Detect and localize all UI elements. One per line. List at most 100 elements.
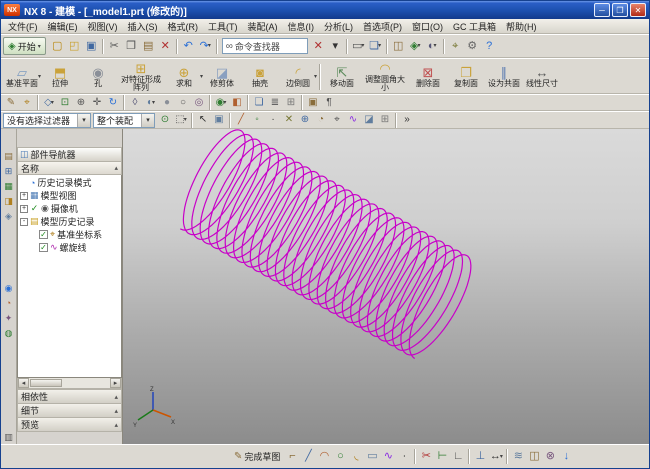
quick-trim-icon[interactable]: ✂ (418, 449, 434, 465)
snapshot-icon[interactable]: ▣ (305, 95, 321, 110)
part-navigator-icon[interactable]: ▦ (2, 179, 16, 193)
view-orient-icon[interactable]: ◈ (407, 38, 424, 55)
zoom-icon[interactable]: ⊕ (73, 95, 89, 110)
preferences-icon[interactable]: ⚙ (464, 38, 481, 55)
orient-view-icon[interactable]: ◇ (41, 95, 57, 110)
arc-icon[interactable]: ◠ (316, 449, 332, 465)
snap-arc-center-icon[interactable]: ⊕ (297, 113, 313, 128)
menu-item-1[interactable]: 编辑(E) (43, 19, 83, 34)
snap-existing-point-icon[interactable]: ⌖ (329, 113, 345, 128)
pattern-feature-button[interactable]: ⊞对特征形成阵列 (117, 60, 165, 93)
chevron-down-icon[interactable]: ▾ (141, 114, 154, 127)
tree-item-datum-csys[interactable]: ✓⌖基准坐标系 (18, 228, 121, 241)
assembly-load-icon[interactable]: ◫ (390, 38, 407, 55)
chevron-down-icon[interactable]: ▾ (77, 114, 90, 127)
mirror-curve-icon[interactable]: ◫ (526, 449, 542, 465)
geometric-constraints-icon[interactable]: ⊥ (472, 449, 488, 465)
redo-icon[interactable]: ↷ (197, 38, 214, 55)
menu-item-3[interactable]: 插入(S) (123, 19, 163, 34)
title-bar[interactable]: NX NX 8 - 建模 - [_model1.prt (修改的)] ─ ❐ ✕ (1, 1, 649, 19)
finder-dropdown-icon[interactable]: ▾ (327, 38, 344, 55)
menu-item-10[interactable]: 窗口(O) (407, 19, 448, 34)
snap-intersection-icon[interactable]: ✕ (281, 113, 297, 128)
snap-mid-point-icon[interactable]: ◦ (249, 113, 265, 128)
navigator-hscrollbar[interactable]: ◂ ▸ (17, 378, 122, 389)
line-icon[interactable]: ╱ (300, 449, 316, 465)
roles-icon[interactable]: ◍ (2, 326, 16, 340)
minimize-button[interactable]: ─ (594, 3, 610, 17)
hd3d-tools-icon[interactable]: ◈ (2, 209, 16, 223)
resize-blend-button[interactable]: ◠调整圆角大小 (361, 60, 409, 93)
close-button[interactable]: ✕ (630, 3, 646, 17)
show-hide-icon[interactable]: ◉ (213, 95, 229, 110)
assembly-navigator-icon[interactable]: ▤ (2, 149, 16, 163)
open-file-icon[interactable]: ◰ (66, 38, 83, 55)
studio-spline-icon[interactable]: ∿ (380, 449, 396, 465)
offset-curve-icon[interactable]: ≋ (510, 449, 526, 465)
highlight-icon[interactable]: ↖ (195, 113, 211, 128)
fit-view-icon[interactable]: ⊡ (57, 95, 73, 110)
command-finder[interactable]: ∞ 命令查找器 (222, 38, 308, 54)
display-mode-icon[interactable]: ◐ (424, 38, 441, 55)
datum-plane-button[interactable]: ▱基准平面▾ (3, 60, 41, 93)
menu-item-11[interactable]: GC 工具箱 (448, 19, 501, 34)
help-icon[interactable]: ? (481, 38, 498, 55)
menu-item-4[interactable]: 格式(R) (163, 19, 204, 34)
intersection-curve-icon[interactable]: ⊗ (542, 449, 558, 465)
finish-sketch-button[interactable]: ✎ 完成草图 (231, 449, 283, 464)
save-icon[interactable]: ▣ (83, 38, 100, 55)
menu-item-2[interactable]: 视图(V) (83, 19, 123, 34)
fillet-icon[interactable]: ◟ (348, 449, 364, 465)
constraint-navigator-icon[interactable]: ⊞ (2, 164, 16, 178)
menu-item-6[interactable]: 装配(A) (243, 19, 283, 34)
menu-item-9[interactable]: 首选项(P) (358, 19, 407, 34)
details-panel[interactable]: 细节 ▴ (17, 403, 122, 417)
tree-item-helix[interactable]: ✓∿螺旋线 (18, 241, 121, 254)
navigator-column-header[interactable]: 名称 ▴ (17, 162, 122, 175)
window-cascade-icon[interactable]: ❏ (251, 95, 267, 110)
delete-face-button[interactable]: ⊠删除面 (409, 60, 447, 93)
process-studio-icon[interactable]: ✦ (2, 311, 16, 325)
shaded-edges-icon[interactable]: ◐ (143, 95, 159, 110)
navigator-header[interactable]: ◫ 部件导航器 (17, 147, 122, 162)
annotation-icon[interactable]: ¶ (321, 95, 337, 110)
measure-icon[interactable]: ⌖ (447, 38, 464, 55)
scroll-left-icon[interactable]: ◂ (18, 378, 29, 388)
linear-dimension-button[interactable]: ↔线性尺寸 (523, 60, 561, 93)
layer-settings-icon[interactable]: ≣ (267, 95, 283, 110)
circle-icon[interactable]: ○ (332, 449, 348, 465)
clear-finder-icon[interactable]: ✕ (310, 38, 327, 55)
shell-button[interactable]: ◙抽壳 (241, 60, 279, 93)
datum-csys-icon[interactable]: ⌖ (19, 95, 35, 110)
wireframe-icon[interactable]: ○ (175, 95, 191, 110)
new-file-icon[interactable]: ▢ (49, 38, 66, 55)
perspective-icon[interactable]: ◊ (127, 95, 143, 110)
tree-item-history-mode[interactable]: ◔历史记录模式 (18, 176, 121, 189)
direct-sketch-icon[interactable]: ✎ (3, 95, 19, 110)
tree-item-model-history[interactable]: -▤模型历史记录 (18, 215, 121, 228)
history-palette-icon[interactable]: ◔ (2, 296, 16, 310)
menu-more-icon[interactable]: » (399, 113, 415, 128)
snap-quadrant-icon[interactable]: ◔ (313, 113, 329, 128)
selection-filter-dropdown[interactable]: 没有选择过滤器 ▾ (3, 113, 91, 128)
shaded-icon[interactable]: ● (159, 95, 175, 110)
move-face-button[interactable]: ⇱移动面 (323, 60, 361, 93)
paste-icon[interactable]: ▤ (140, 38, 157, 55)
select-rectangle-icon[interactable]: ⬚ (173, 113, 189, 128)
touch-mode-icon[interactable]: ▭ (350, 38, 367, 55)
profile-icon[interactable]: ⌐ (284, 449, 300, 465)
hole-button[interactable]: ◉孔 (79, 60, 117, 93)
undo-icon[interactable]: ↶ (180, 38, 197, 55)
snap-end-point-icon[interactable]: ╱ (233, 113, 249, 128)
menu-item-12[interactable]: 帮助(H) (501, 19, 542, 34)
helix-curve[interactable] (181, 130, 471, 358)
point-icon[interactable]: ∙ (396, 449, 412, 465)
edit-section-icon[interactable]: ◧ (229, 95, 245, 110)
make-corner-icon[interactable]: ∟ (450, 449, 466, 465)
menu-item-5[interactable]: 工具(T) (203, 19, 243, 34)
tree-item-cameras[interactable]: +✓◉摄像机 (18, 202, 121, 215)
sort-ascending-icon[interactable]: ▴ (114, 164, 118, 172)
start-button[interactable]: ◈ 开始 ▾ (3, 37, 46, 55)
scroll-right-icon[interactable]: ▸ (110, 378, 121, 388)
quick-extend-icon[interactable]: ⊢ (434, 449, 450, 465)
